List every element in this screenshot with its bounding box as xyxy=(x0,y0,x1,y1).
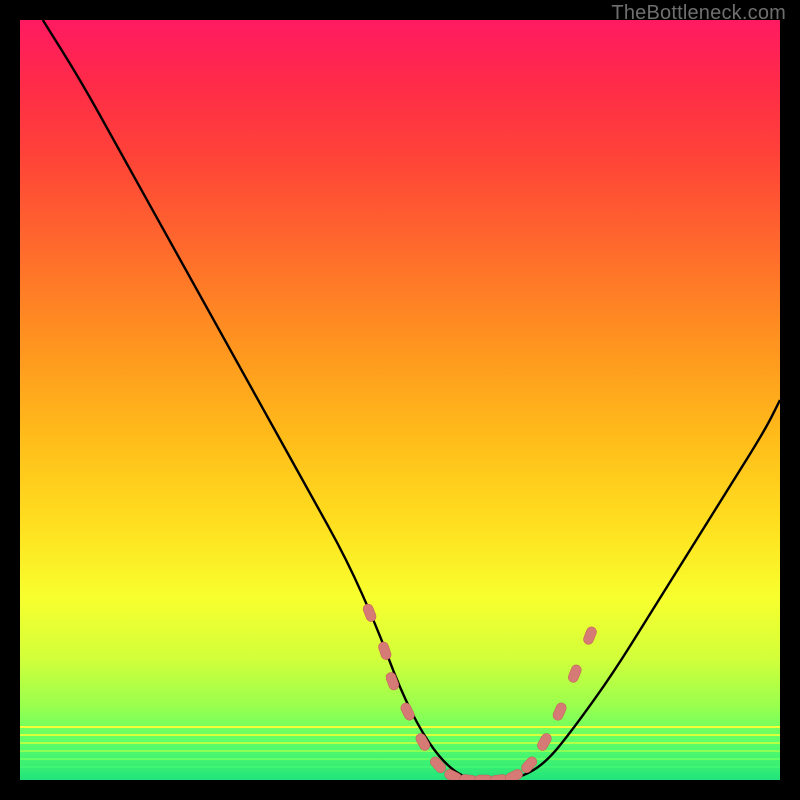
curve-marker xyxy=(504,768,525,780)
curve-marker xyxy=(399,701,416,722)
curve-marker xyxy=(551,701,567,722)
marker-group xyxy=(362,603,598,780)
curve-marker xyxy=(536,732,554,753)
curve-marker xyxy=(519,755,538,775)
plot-area xyxy=(20,20,780,780)
curve-marker xyxy=(377,641,392,661)
curve-marker xyxy=(582,625,598,645)
bottleneck-curve xyxy=(43,20,780,780)
curve-marker xyxy=(362,603,378,623)
chart-frame: TheBottleneck.com xyxy=(0,0,800,800)
curve-group xyxy=(43,20,780,780)
curve-marker xyxy=(385,671,401,691)
watermark-text: TheBottleneck.com xyxy=(611,2,786,25)
curve-marker xyxy=(567,663,583,683)
curve-marker xyxy=(428,755,447,775)
curve-svg xyxy=(20,20,780,780)
